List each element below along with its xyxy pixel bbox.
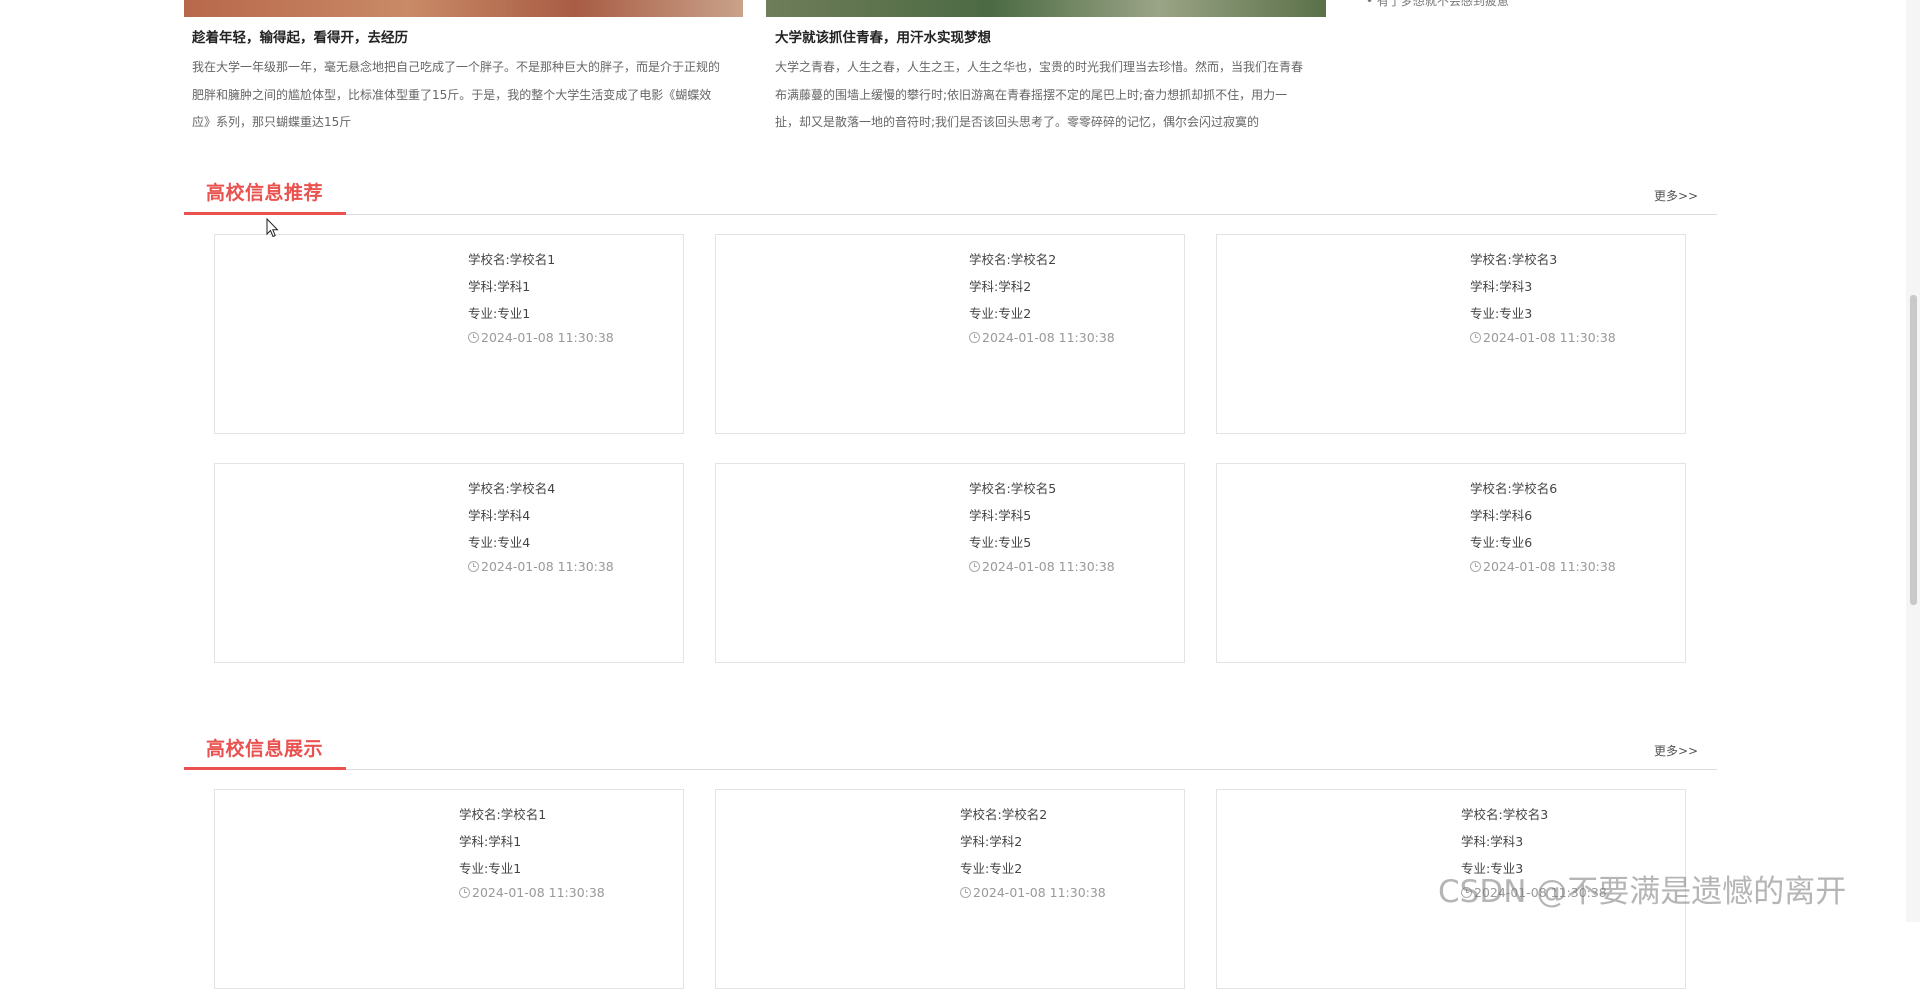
section-title-recommend: 高校信息推荐 (206, 182, 324, 204)
watermark: CSDN @不要满是遗憾的离开 (1438, 874, 1847, 910)
mouse-cursor-icon (266, 218, 279, 238)
school-card[interactable]: 学校名:学校名4 学科:学科4 专业:专业4 2024-01-08 11:30:38 (214, 463, 684, 663)
school-card[interactable]: 学校名:学校名5 学科:学科5 专业:专业5 2024-01-08 11:30:38 (715, 463, 1185, 663)
major-text: 专业:专业2 (960, 861, 1023, 876)
side-list-item[interactable]: • 有了梦想就不会感到疲惫 (1366, 0, 1509, 9)
time-text: 2024-01-08 11:30:38 (481, 330, 614, 345)
card-time: 2024-01-08 11:30:38 (969, 559, 1115, 574)
card-time: 2024-01-08 11:30:38 (969, 330, 1115, 345)
major-text: 专业:专业4 (468, 535, 531, 550)
clock-icon (960, 887, 971, 898)
card-time: 2024-01-08 11:30:38 (1470, 330, 1616, 345)
school-card[interactable]: 学校名:学校名1 学科:学科1 专业:专业1 2024-01-08 11:30:38 (214, 789, 684, 989)
major-text: 专业:专业2 (969, 306, 1032, 321)
major-text: 专业:专业5 (969, 535, 1032, 550)
subject-text: 学科:学科3 (1470, 279, 1533, 294)
clock-icon (1470, 332, 1481, 343)
time-text: 2024-01-08 11:30:38 (472, 885, 605, 900)
school-name: 学校名:学校名3 (1461, 807, 1549, 822)
subject-text: 学科:学科2 (969, 279, 1032, 294)
news-desc-1: 我在大学一年级那一年，毫无悬念地把自己吃成了一个胖子。不是那种巨大的胖子，而是介… (192, 60, 721, 129)
school-name: 学校名:学校名2 (960, 807, 1048, 822)
news-image-1[interactable] (184, 0, 743, 17)
clock-icon (969, 561, 980, 572)
time-text: 2024-01-08 11:30:38 (982, 559, 1115, 574)
subject-text: 学科:学科3 (1461, 834, 1524, 849)
vertical-scrollbar[interactable] (1906, 0, 1920, 922)
school-card[interactable]: 学校名:学校名2 学科:学科2 专业:专业2 2024-01-08 11:30:38 (715, 234, 1185, 434)
card-time: 2024-01-08 11:30:38 (468, 330, 614, 345)
school-card[interactable]: 学校名:学校名2 学科:学科2 专业:专业2 2024-01-08 11:30:38 (715, 789, 1185, 989)
major-text: 专业:专业6 (1470, 535, 1533, 550)
card-time: 2024-01-08 11:30:38 (960, 885, 1106, 900)
more-link-display[interactable]: 更多>> (1654, 742, 1698, 759)
section-title-underline (184, 212, 346, 215)
more-link-recommend[interactable]: 更多>> (1654, 187, 1698, 204)
section-divider (184, 769, 1717, 770)
subject-text: 学科:学科5 (969, 508, 1032, 523)
section-title-display: 高校信息展示 (206, 738, 324, 760)
subject-text: 学科:学科1 (459, 834, 522, 849)
major-text: 专业:专业3 (1470, 306, 1533, 321)
subject-text: 学科:学科2 (960, 834, 1023, 849)
time-text: 2024-01-08 11:30:38 (982, 330, 1115, 345)
time-text: 2024-01-08 11:30:38 (973, 885, 1106, 900)
subject-text: 学科:学科6 (1470, 508, 1533, 523)
school-name: 学校名:学校名1 (468, 252, 556, 267)
major-text: 专业:专业1 (468, 306, 531, 321)
clock-icon (969, 332, 980, 343)
time-text: 2024-01-08 11:30:38 (481, 559, 614, 574)
news-title-2[interactable]: 大学就该抓住青春，用汗水实现梦想 (775, 26, 991, 46)
time-text: 2024-01-08 11:30:38 (1483, 559, 1616, 574)
school-card[interactable]: 学校名:学校名3 学科:学科3 专业:专业3 2024-01-08 11:30:38 (1216, 234, 1686, 434)
clock-icon (1470, 561, 1481, 572)
section-divider (184, 214, 1717, 215)
news-desc-2: 大学之青春，人生之春，人生之王，人生之华也，宝贵的时光我们理当去珍惜。然而，当我… (775, 60, 1304, 129)
card-time: 2024-01-08 11:30:38 (1470, 559, 1616, 574)
news-image-2[interactable] (766, 0, 1326, 17)
subject-text: 学科:学科1 (468, 279, 531, 294)
school-name: 学校名:学校名3 (1470, 252, 1558, 267)
school-name: 学校名:学校名6 (1470, 481, 1558, 496)
school-name: 学校名:学校名5 (969, 481, 1057, 496)
scrollbar-thumb[interactable] (1910, 295, 1917, 605)
school-name: 学校名:学校名4 (468, 481, 556, 496)
school-card[interactable]: 学校名:学校名6 学科:学科6 专业:专业6 2024-01-08 11:30:38 (1216, 463, 1686, 663)
school-card[interactable]: 学校名:学校名1 学科:学科1 专业:专业1 2024-01-08 11:30:38 (214, 234, 684, 434)
news-title-1[interactable]: 趁着年轻，输得起，看得开，去经历 (192, 26, 408, 46)
school-name: 学校名:学校名2 (969, 252, 1057, 267)
clock-icon (459, 887, 470, 898)
subject-text: 学科:学科4 (468, 508, 531, 523)
section-title-underline (184, 767, 346, 770)
school-name: 学校名:学校名1 (459, 807, 547, 822)
time-text: 2024-01-08 11:30:38 (1483, 330, 1616, 345)
clock-icon (468, 332, 479, 343)
major-text: 专业:专业1 (459, 861, 522, 876)
card-time: 2024-01-08 11:30:38 (468, 559, 614, 574)
clock-icon (468, 561, 479, 572)
card-time: 2024-01-08 11:30:38 (459, 885, 605, 900)
